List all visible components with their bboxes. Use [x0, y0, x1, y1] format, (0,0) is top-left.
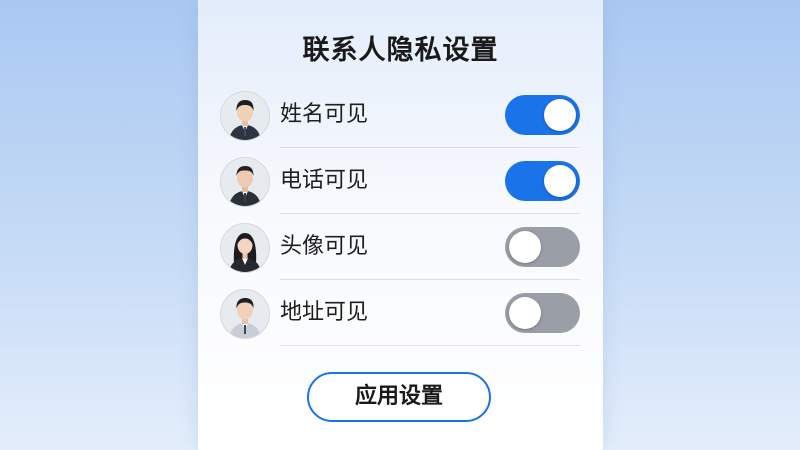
person-avatar-icon [221, 92, 269, 140]
avatar-visible-toggle[interactable] [505, 227, 580, 267]
divider [280, 345, 580, 346]
person-avatar-icon [221, 290, 269, 338]
toggle-knob [509, 297, 541, 329]
toggle-knob [544, 99, 576, 131]
avatar [220, 91, 270, 141]
setting-row-phone: 电话可见 [198, 148, 603, 214]
person-avatar-icon [221, 158, 269, 206]
setting-row-avatar: 头像可见 [198, 214, 603, 280]
setting-label: 地址可见 [280, 300, 369, 325]
avatar [220, 157, 270, 207]
page-title: 联系人隐私设置 [302, 35, 499, 66]
setting-row-name: 姓名可见 [198, 82, 603, 148]
setting-label: 头像可见 [280, 234, 369, 259]
name-visible-toggle[interactable] [505, 95, 580, 135]
avatar [220, 289, 270, 339]
phone-visible-toggle[interactable] [505, 161, 580, 201]
person-avatar-icon [221, 224, 269, 272]
setting-label: 电话可见 [280, 168, 369, 193]
setting-label: 姓名可见 [280, 102, 369, 127]
address-visible-toggle[interactable] [505, 293, 580, 333]
privacy-settings-panel: 联系人隐私设置 姓名可见 电话可见 头像可见 地址可见 应用设置 [198, 0, 603, 450]
setting-row-address: 地址可见 [198, 280, 603, 346]
apply-settings-button[interactable]: 应用设置 [307, 372, 491, 422]
avatar [220, 223, 270, 273]
toggle-knob [544, 165, 576, 197]
toggle-knob [509, 231, 541, 263]
